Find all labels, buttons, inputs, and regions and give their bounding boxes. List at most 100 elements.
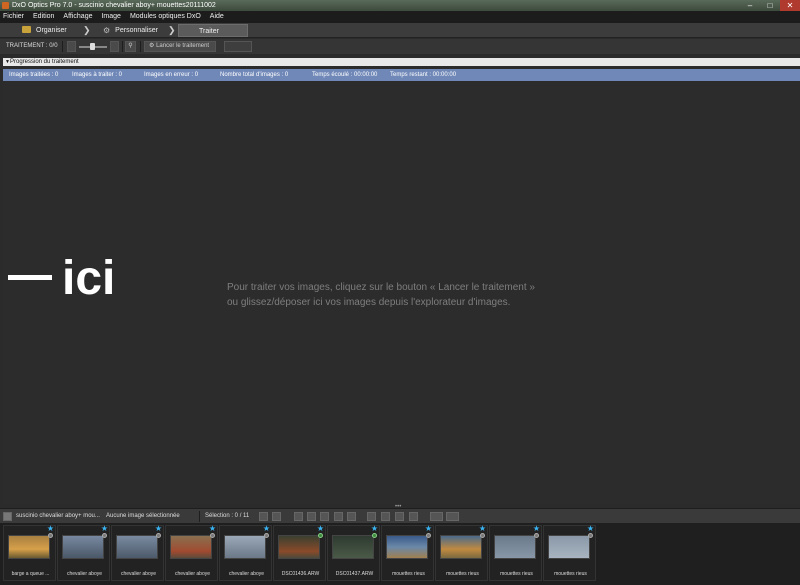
selection-count: Sélection : 0 / 11 [205,513,250,519]
star-icon[interactable]: ★ [263,524,270,533]
thumbnail-image [8,535,50,559]
tab-personnaliser-label: Personnaliser [115,27,158,34]
status-dot [372,533,377,538]
thumbnail-image [440,535,482,559]
thumbnail[interactable]: ★ DSC01436.ARW [273,524,326,581]
filter-icon[interactable] [272,512,281,521]
star-icon[interactable]: ★ [209,524,216,533]
compare-icon[interactable] [409,512,418,521]
rotate-left-icon[interactable] [367,512,376,521]
star-icon[interactable]: ★ [479,524,486,533]
thumbnail-label: mouettes rieus [392,571,425,577]
collapse-triangle-icon[interactable]: ▼ [5,58,10,66]
menu-modules[interactable]: Modules optiques DxO [130,11,201,23]
stat-elapsed: Temps écoulé : 00:00:00 [312,72,378,78]
tab-traiter[interactable]: Traiter [178,24,248,37]
thumbnail[interactable]: ★ barge a queue ... [3,524,56,581]
thumbnail[interactable]: ★ chevalier aboye [219,524,272,581]
rating-icon[interactable] [430,512,443,521]
processing-count: TRAITEMENT : 0/0 [6,43,58,49]
sliders-icon: ⚙ [103,26,111,35]
small-thumb-icon[interactable] [67,41,76,52]
thumbnail[interactable]: ★ DSC01437.ARW [327,524,380,581]
chevron-right-icon: ❯ [83,25,91,35]
separator [122,41,123,52]
rotate-right-icon[interactable] [381,512,390,521]
separator [199,511,200,522]
stat-remaining: Temps restant : 00:00:00 [390,72,457,78]
stop-processing-button[interactable] [224,41,252,52]
star-icon[interactable]: ★ [425,524,432,533]
thumbnail-image [332,535,374,559]
status-dot [264,533,269,538]
thumbnail-label: mouettes rieus [554,571,587,577]
star-icon[interactable]: ★ [371,524,378,533]
thumbnail-label: mouettes rieus [446,571,479,577]
status-dot [210,533,215,538]
separator [140,41,141,52]
view-icon[interactable] [320,512,329,521]
launch-processing-label: Lancer le traitement [156,43,210,49]
star-icon[interactable]: ★ [587,524,594,533]
view-icon[interactable] [307,512,316,521]
status-dot [480,533,485,538]
mode-bar: Organiser ❯ ⚙ Personnaliser ❯ Traiter [0,23,800,38]
annotation-text: ici [62,252,116,305]
view-icon[interactable] [334,512,343,521]
thumbnail-label: chevalier aboye [174,571,211,577]
processing-hint: Pour traiter vos images, cliquez sur le … [227,280,535,310]
export-icon[interactable] [446,512,459,521]
thumbnail-image [224,535,266,559]
chevron-right-icon: ❯ [168,25,176,35]
project-name[interactable]: suscinio chevalier aboy+ mou... [16,509,100,524]
menu-fichier[interactable]: Fichier [3,11,24,23]
app-icon [2,2,9,9]
status-dot [588,533,593,538]
star-icon[interactable]: ★ [533,524,540,533]
progress-panel-header[interactable]: ▼ Progression du traitement [3,58,800,66]
window-title: DxO Optics Pro 7.0 - suscinio chevalier … [12,2,216,9]
title-bar: DxO Optics Pro 7.0 - suscinio chevalier … [0,0,800,11]
menu-edition[interactable]: Edition [33,11,54,23]
thumbnail[interactable]: ★ mouettes rieus [381,524,434,581]
status-dot [534,533,539,538]
star-icon[interactable]: ★ [47,524,54,533]
thumbnail[interactable]: ★ chevalier aboye [111,524,164,581]
thumbnail[interactable]: ★ mouettes rieus [435,524,488,581]
tab-personnaliser[interactable]: ⚙ Personnaliser [103,24,158,37]
zoom-slider-handle[interactable] [90,43,95,50]
gear-icon: ⚙ [149,43,155,49]
star-icon[interactable]: ★ [317,524,324,533]
thumbnail[interactable]: ★ chevalier aboye [165,524,218,581]
progress-stats-bar: Images traitées : 0 Images à traiter : 0… [3,69,800,81]
menu-affichage[interactable]: Affichage [63,11,92,23]
filmstrip-toolbar: suscinio chevalier aboy+ mou... Aucune i… [0,508,800,523]
thumbnail-image [116,535,158,559]
launch-processing-button[interactable]: ⚙ Lancer le traitement [144,41,216,52]
thumbnail-label: chevalier aboye [120,571,157,577]
thumbnail[interactable]: ★ mouettes rieus [489,524,542,581]
stat-errors: Images en erreur : 0 [144,72,199,78]
sort-icon[interactable] [259,512,268,521]
pin-icon[interactable]: ⚲ [125,41,136,52]
menu-image[interactable]: Image [101,11,120,23]
thumbnail-image [278,535,320,559]
menu-bar: Fichier Edition Affichage Image Modules … [0,11,800,23]
star-icon[interactable]: ★ [155,524,162,533]
view-icon[interactable] [294,512,303,521]
folder-icon [3,512,12,521]
flag-icon[interactable] [395,512,404,521]
large-thumb-icon[interactable] [110,41,119,52]
tab-organiser[interactable]: Organiser [22,24,67,37]
view-icon[interactable] [347,512,356,521]
thumbnail[interactable]: ★ mouettes rieus [543,524,596,581]
stat-to-process: Images à traiter : 0 [72,72,123,78]
star-icon[interactable]: ★ [101,524,108,533]
close-icon[interactable]: ✕ [780,0,800,11]
annotation-arrow [8,275,52,280]
maximize-icon[interactable]: □ [760,0,780,11]
minimize-icon[interactable]: – [740,0,760,11]
thumbnail[interactable]: ★ chevalier aboye [57,524,110,581]
status-dot [426,533,431,538]
menu-aide[interactable]: Aide [210,11,224,23]
